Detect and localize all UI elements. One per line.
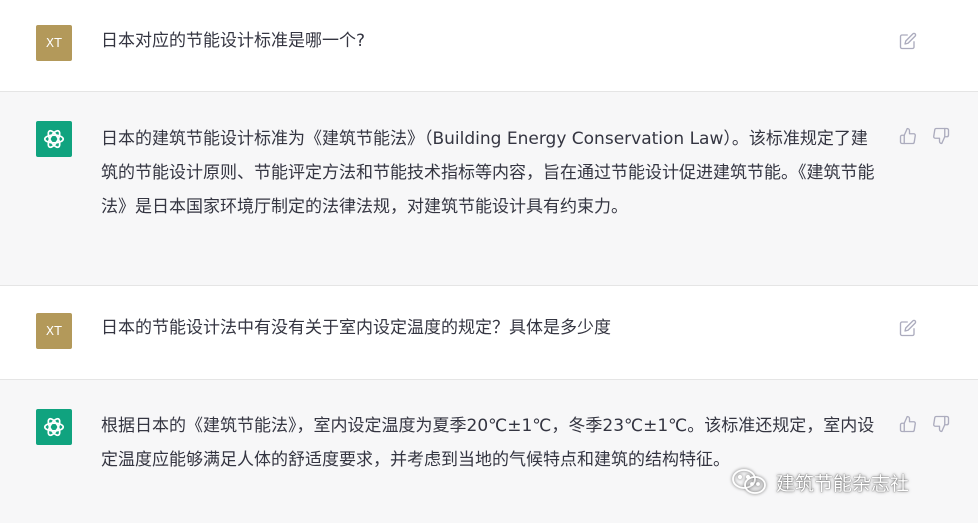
user-avatar-initials: XT	[45, 324, 63, 338]
edit-icon[interactable]	[897, 30, 919, 52]
watermark: 建筑节能杂志社	[730, 465, 909, 499]
assistant-message: 日本的建筑节能设计标准为《建筑节能法》（Building Energy Cons…	[0, 92, 978, 285]
user-avatar-initials: XT	[45, 36, 63, 50]
openai-logo-icon	[43, 129, 65, 149]
thumbs-up-icon[interactable]	[897, 413, 919, 435]
user-avatar: XT	[36, 313, 72, 349]
message-text: 日本对应的节能设计标准是哪一个?	[101, 31, 366, 51]
chat-thread: XT 日本对应的节能设计标准是哪一个? 日本的建筑节能设计标准为《建筑节能法》（…	[0, 0, 978, 523]
edit-icon[interactable]	[897, 317, 919, 339]
user-message: XT 日本的节能设计法中有没有关于室内设定温度的规定？具体是多少度	[0, 286, 978, 379]
assistant-avatar	[36, 409, 72, 445]
thumbs-down-icon[interactable]	[930, 413, 952, 435]
assistant-message: 根据日本的《建筑节能法》，室内设定温度为夏季20℃±1℃，冬季23℃±1℃。该标…	[0, 380, 978, 523]
thumbs-up-icon[interactable]	[897, 125, 919, 147]
thumbs-down-icon[interactable]	[930, 125, 952, 147]
watermark-text: 建筑节能杂志社	[776, 472, 910, 495]
message-text: 日本的建筑节能设计标准为《建筑节能法》（Building Energy Cons…	[101, 129, 875, 217]
wechat-icon	[732, 469, 766, 494]
message-text: 日本的节能设计法中有没有关于室内设定温度的规定？具体是多少度	[101, 318, 611, 338]
user-avatar: XT	[36, 25, 72, 61]
user-message: XT 日本对应的节能设计标准是哪一个?	[0, 0, 978, 91]
assistant-avatar	[36, 121, 72, 157]
openai-logo-icon	[43, 417, 65, 437]
